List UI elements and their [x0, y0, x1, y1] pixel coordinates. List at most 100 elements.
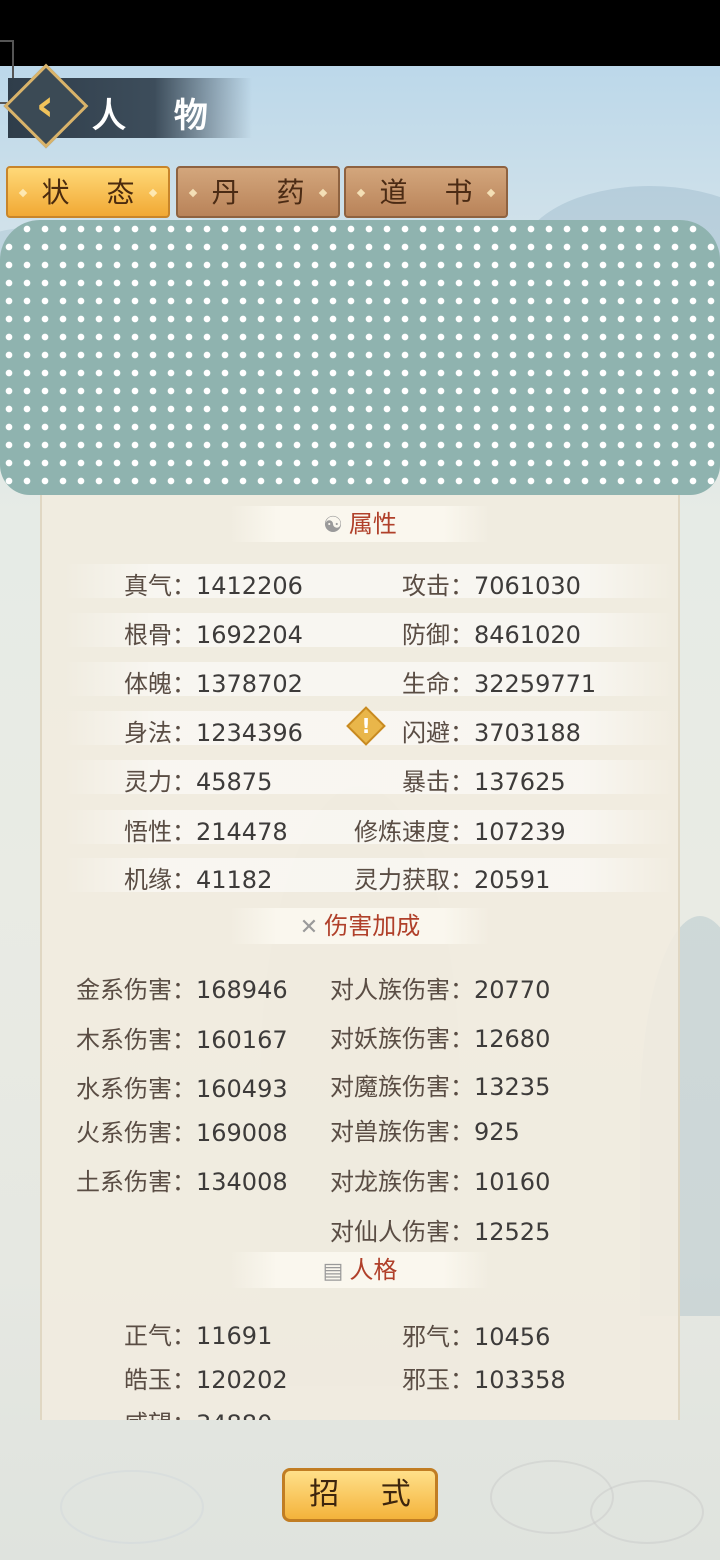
- tab-books[interactable]: 道 书: [344, 166, 508, 218]
- stat-water-damage: 水系伤害：160493: [76, 1069, 288, 1104]
- stat-shenfa: 身法：1234396: [124, 713, 303, 748]
- stat-label: 正气：: [124, 1322, 196, 1350]
- tab-ornament: [148, 188, 158, 198]
- stat-tipo: 体魄：1378702: [124, 664, 303, 699]
- stat-value: 12680: [474, 1025, 551, 1053]
- chevron-left-icon[interactable]: ‹: [20, 82, 70, 132]
- stat-lingli-gain: 灵力获取：20591: [354, 860, 550, 895]
- clipped-row: 威望：34880: [124, 1400, 424, 1420]
- stat-defense: 防御：8461020: [402, 615, 581, 650]
- crossed-swords-icon: ✕: [299, 915, 319, 940]
- stat-label: 邪玉：: [402, 1366, 474, 1394]
- stat-wood-damage: 木系伤害：160167: [76, 1020, 288, 1055]
- tab-ornament: [18, 188, 28, 198]
- stat-crit: 暴击：137625: [402, 762, 566, 797]
- stat-value: 20770: [474, 976, 551, 1004]
- tab-ornament: [318, 188, 328, 198]
- scroll-icon: ▤: [322, 1259, 344, 1284]
- stat-gengu: 根骨：1692204: [124, 615, 303, 650]
- stat-cultivation-speed: 修炼速度：107239: [354, 812, 566, 847]
- stat-value: 120202: [196, 1366, 288, 1394]
- warning-mark[interactable]: !: [352, 711, 380, 739]
- stat-value: 45875: [196, 768, 273, 796]
- stat-attack: 攻击：7061030: [402, 566, 581, 601]
- stat-value: 160493: [196, 1075, 288, 1103]
- stat-dodge: 闪避：3703188: [402, 713, 581, 748]
- stat-value: 34880: [196, 1410, 272, 1420]
- stat-metal-damage: 金系伤害：168946: [76, 970, 288, 1005]
- section-title: 伤害加成: [324, 912, 421, 940]
- stat-value: 1234396: [196, 719, 303, 747]
- stat-label: 灵力：: [124, 768, 196, 796]
- stat-label: 闪避：: [402, 719, 474, 747]
- stat-label: 灵力获取：: [354, 866, 474, 894]
- tab-pills[interactable]: 丹 药: [176, 166, 340, 218]
- stat-label: 身法：: [124, 719, 196, 747]
- stat-value: 11691: [196, 1322, 273, 1350]
- stat-label: 水系伤害：: [76, 1075, 196, 1103]
- stat-label: 防御：: [402, 621, 474, 649]
- stat-value: 168946: [196, 976, 288, 1004]
- stat-vs-demon-mo: 对魔族伤害：13235: [330, 1067, 550, 1102]
- stat-label: 对兽族伤害：: [330, 1118, 474, 1146]
- stat-value: 134008: [196, 1168, 288, 1196]
- tab-status[interactable]: 状 态: [6, 166, 170, 218]
- stat-label: 暴击：: [402, 768, 474, 796]
- tab-label: 道 书: [379, 176, 487, 209]
- stat-label: 皓玉：: [124, 1366, 196, 1394]
- section-title: 属性: [348, 510, 397, 538]
- stat-zhenqi: 真气：1412206: [124, 566, 303, 601]
- stat-value: 160167: [196, 1026, 288, 1054]
- stat-value: 137625: [474, 768, 566, 796]
- page-title: 人 物: [92, 96, 226, 136]
- stat-vs-beast: 对兽族伤害：925: [330, 1112, 520, 1147]
- stat-label: 攻击：: [402, 572, 474, 600]
- stat-value: 1412206: [196, 572, 303, 600]
- stat-value: 3703188: [474, 719, 581, 747]
- section-header-personality: ▤ 人格: [230, 1252, 490, 1288]
- skills-button[interactable]: 招 式: [282, 1468, 438, 1522]
- stat-label: 对龙族伤害：: [330, 1168, 474, 1196]
- stat-fire-damage: 火系伤害：169008: [76, 1113, 288, 1148]
- stat-vs-human: 对人族伤害：20770: [330, 970, 550, 1005]
- stat-value: 103358: [474, 1366, 566, 1394]
- stat-value: 32259771: [474, 670, 597, 698]
- stat-label: 邪气：: [402, 1323, 474, 1351]
- stat-value: 10160: [474, 1168, 551, 1196]
- stat-earth-damage: 土系伤害：134008: [76, 1162, 288, 1197]
- tab-ornament: [356, 188, 366, 198]
- stat-label: 火系伤害：: [76, 1119, 196, 1147]
- stat-value: 8461020: [474, 621, 581, 649]
- section-header-damage: ✕ 伤害加成: [230, 908, 490, 944]
- stat-wuxing: 悟性：214478: [124, 812, 288, 847]
- tab-label: 状 态: [41, 176, 149, 209]
- stat-value: 41182: [196, 866, 273, 894]
- stat-label: 根骨：: [124, 621, 196, 649]
- status-bar-area: [0, 0, 720, 66]
- stat-label: 体魄：: [124, 670, 196, 698]
- stat-label: 对人族伤害：: [330, 976, 474, 1004]
- stat-label: 对妖族伤害：: [330, 1025, 474, 1053]
- stat-label: 对魔族伤害：: [330, 1073, 474, 1101]
- stat-life: 生命：32259771: [402, 664, 596, 699]
- section-header-attributes: ☯ 属性: [230, 506, 490, 542]
- stat-value: 12525: [474, 1218, 551, 1246]
- stat-righteous: 正气：11691: [124, 1316, 272, 1351]
- stat-label: 悟性：: [124, 818, 196, 846]
- stat-vs-demon-yao: 对妖族伤害：12680: [330, 1019, 550, 1054]
- stat-value: 20591: [474, 866, 551, 894]
- stat-value: 107239: [474, 818, 566, 846]
- stat-value: 13235: [474, 1073, 551, 1101]
- stat-value: 169008: [196, 1119, 288, 1147]
- stat-lingli: 灵力：45875: [124, 762, 272, 797]
- stat-value: 7061030: [474, 572, 581, 600]
- yin-yang-icon: ☯: [323, 513, 343, 538]
- stat-value: 10456: [474, 1323, 551, 1351]
- stat-value: 925: [474, 1118, 520, 1146]
- stat-value: 1692204: [196, 621, 303, 649]
- tab-ornament: [188, 188, 198, 198]
- cloud-decoration: [60, 1470, 204, 1544]
- stat-label: 机缘：: [124, 866, 196, 894]
- stat-haoyu: 皓玉：120202: [124, 1360, 288, 1395]
- stat-label: 土系伤害：: [76, 1168, 196, 1196]
